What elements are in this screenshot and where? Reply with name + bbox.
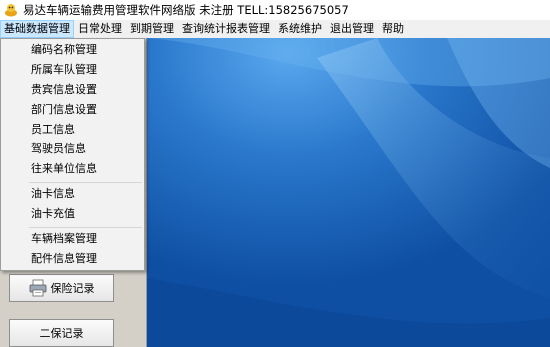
menu-exit[interactable]: 退出管理 [326, 20, 378, 38]
menu-daily[interactable]: 日常处理 [74, 20, 126, 38]
menu-item-fuel-recharge[interactable]: 油卡充值 [31, 205, 75, 223]
menu-item-parts[interactable]: 配件信息管理 [31, 250, 97, 268]
menu-basic-data[interactable]: 基础数据管理 [0, 20, 74, 38]
menu-expiry[interactable]: 到期管理 [126, 20, 178, 38]
menu-item-vehicle-archive[interactable]: 车辆档案管理 [31, 230, 97, 248]
menu-item-fleet[interactable]: 所属车队管理 [31, 61, 97, 79]
window-title: 易达车辆运输费用管理软件网络版 未注册 TELL:15825675057 [23, 3, 349, 17]
insurance-record-button[interactable]: 保险记录 [9, 274, 114, 302]
desktop-background [147, 38, 550, 347]
menu-separator [29, 227, 142, 228]
wallpaper-graphic [147, 38, 550, 347]
menu-item-vip[interactable]: 贵宾信息设置 [31, 81, 97, 99]
menu-separator [29, 182, 142, 183]
menu-bar: 基础数据管理 日常处理 到期管理 查询统计报表管理 系统维护 退出管理 帮助 [0, 20, 550, 38]
menu-item-fuel-card[interactable]: 油卡信息 [31, 185, 75, 203]
menu-item-department[interactable]: 部门信息设置 [31, 101, 97, 119]
app-logo-icon [4, 3, 18, 17]
menu-item-code-name[interactable]: 编码名称管理 [31, 41, 97, 59]
second-maintenance-record-label: 二保记录 [39, 327, 84, 340]
title-bar: 易达车辆运输费用管理软件网络版 未注册 TELL:15825675057 [0, 0, 550, 20]
second-maintenance-record-button[interactable]: 二保记录 [9, 319, 114, 347]
menu-item-driver[interactable]: 驾驶员信息 [31, 140, 86, 158]
menu-help[interactable]: 帮助 [378, 20, 408, 38]
basic-data-dropdown-menu: 编码名称管理 所属车队管理 贵宾信息设置 部门信息设置 员工信息 驾驶员信息 往… [0, 38, 145, 271]
menu-reports[interactable]: 查询统计报表管理 [178, 20, 274, 38]
menu-system[interactable]: 系统维护 [274, 20, 326, 38]
insurance-record-label: 保险记录 [50, 282, 95, 295]
printer-icon [29, 279, 47, 297]
menu-item-partner[interactable]: 往来单位信息 [31, 160, 97, 178]
menu-item-employee[interactable]: 员工信息 [31, 121, 75, 139]
